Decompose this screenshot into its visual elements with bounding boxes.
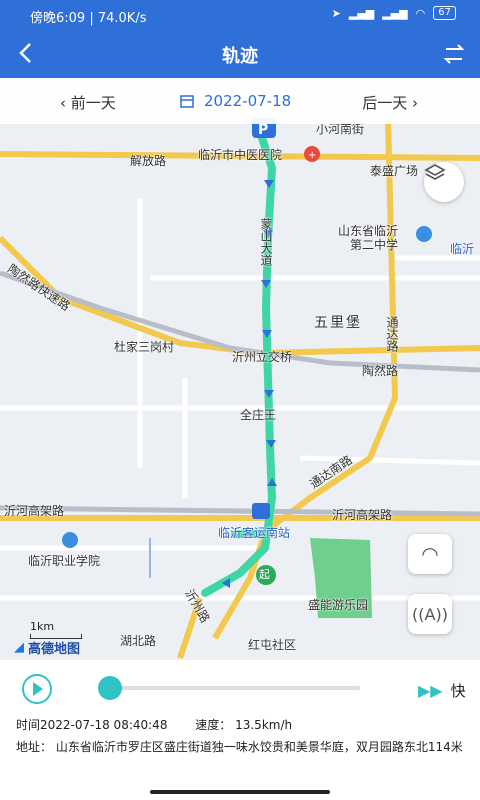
- map-label-school2: 第二中学: [350, 238, 399, 252]
- map-label-yizhou-bridge: 沂州立交桥: [232, 350, 293, 364]
- map-label-linyi: 临沂: [450, 242, 475, 256]
- map-label-hubei: 湖北路: [120, 634, 157, 648]
- map-label-street: 蒙山大道: [259, 218, 273, 266]
- status-icons: ➤ ▂▄▆ ▂▄▆ ◠ 67: [332, 6, 456, 20]
- page-title: 轨迹: [222, 46, 258, 67]
- signal2-icon: ▂▄▆: [382, 6, 408, 20]
- map-brand: ◢ 高德地图: [14, 640, 81, 657]
- playback-controls: ▶▶ 快: [0, 660, 480, 716]
- progress-track[interactable]: [100, 686, 360, 690]
- time-text: 时间2022-07-18 08:40:48: [16, 718, 168, 732]
- map-label-quanzhuang: 全庄王: [240, 408, 277, 422]
- antenna-button[interactable]: ((A)): [408, 594, 452, 634]
- layers-button[interactable]: [424, 162, 464, 202]
- map-view[interactable]: P + 解放路 临沂市中医医院 泰盛广场 山东省临沂 第二中学 临沂 陶然路快速…: [0, 78, 480, 660]
- map-label-tongda: 通达路: [385, 316, 399, 352]
- date-picker[interactable]: 2022-07-18: [180, 92, 291, 110]
- map-label-yihe-left: 沂河高架路: [4, 504, 65, 518]
- switch-button[interactable]: [440, 40, 468, 68]
- speed-button[interactable]: ▶▶ 快: [418, 680, 466, 701]
- map-label-hospital: 临沂市中医医院: [198, 148, 283, 162]
- location-icon: ➤: [331, 6, 341, 20]
- map-label-dujia: 杜家三岗村: [114, 340, 175, 354]
- wifi-signal-icon: ◠: [421, 542, 439, 566]
- date-navigation: ‹ 前一天 2022-07-18 后一天 ›: [0, 78, 480, 124]
- signal-icon: ▂▄▆: [348, 6, 375, 20]
- status-bar: 傍晚6:09 | 74.0K/s ➤ ▂▄▆ ▂▄▆ ◠ 67: [0, 0, 480, 28]
- layers-icon: [424, 164, 446, 180]
- home-indicator[interactable]: [150, 790, 330, 794]
- swap-icon: [443, 44, 465, 64]
- speed-label: 快: [450, 682, 466, 700]
- map-label-yihe-right: 沂河高架路: [332, 508, 393, 522]
- map-label-station: 临沂客运南站: [218, 526, 291, 540]
- speed-text: 速度： 13.5km/h: [195, 718, 293, 732]
- calendar-icon: [180, 95, 194, 108]
- wifi-icon: ◠: [415, 6, 426, 20]
- map-label-taoran: 陶然路: [362, 364, 399, 378]
- info-panel: 时间2022-07-18 08:40:48 速度： 13.5km/h 地址： 山…: [0, 716, 480, 800]
- play-button[interactable]: [22, 674, 52, 704]
- wifi-button[interactable]: ◠: [408, 534, 452, 574]
- start-marker-label: 起: [259, 568, 270, 581]
- svg-text:P: P: [258, 122, 268, 138]
- progress-thumb[interactable]: [98, 676, 122, 700]
- map-label-shengneng: 盛能游乐园: [308, 598, 369, 612]
- svg-text:+: +: [308, 150, 316, 161]
- time-speed-row: 时间2022-07-18 08:40:48 速度： 13.5km/h: [16, 716, 316, 733]
- map-scale: 1km: [30, 620, 82, 639]
- map-label-jiefang: 解放路: [130, 154, 167, 168]
- address-text: 地址： 山东省临沂市罗庄区盛庄街道独一味水饺贵和美景华庭，双月园路东北114米: [16, 740, 463, 754]
- fast-forward-icon: ▶▶: [418, 681, 443, 700]
- next-day-button[interactable]: 后一天 ›: [362, 92, 418, 113]
- prev-day-button[interactable]: ‹ 前一天: [60, 92, 116, 113]
- map-label-hongtun: 红屯社区: [248, 638, 297, 652]
- map-label-taisheng: 泰盛广场: [370, 164, 419, 178]
- map-label-vocational: 临沂职业学院: [28, 554, 101, 568]
- antenna-icon: ((A)): [412, 604, 448, 624]
- compass-icon: ◢: [14, 640, 24, 655]
- app-bar: 轨迹: [0, 28, 480, 78]
- map-label-wulipu: 五里堡: [314, 315, 362, 331]
- battery-icon: 67: [433, 6, 456, 20]
- status-time: 傍晚6:09 | 74.0K/s: [30, 11, 147, 26]
